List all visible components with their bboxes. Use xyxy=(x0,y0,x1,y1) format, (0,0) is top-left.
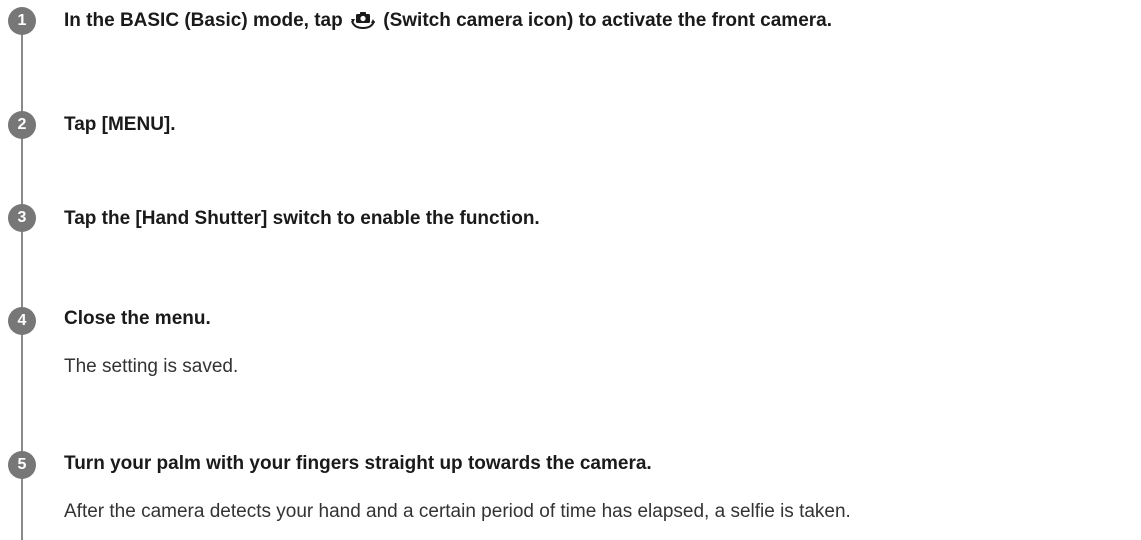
procedure-steps: 1 In the BASIC (Basic) mode, tap (Switch… xyxy=(0,0,1141,540)
step-number-badge: 5 xyxy=(8,451,36,479)
step-title: In the BASIC (Basic) mode, tap (Switch c… xyxy=(64,9,832,33)
step-title-text-before-icon: In the BASIC (Basic) mode, tap xyxy=(64,10,343,31)
step-description: After the camera detects your hand and a… xyxy=(64,501,851,522)
step-title: Close the menu. xyxy=(64,308,211,329)
step-title: Tap [MENU]. xyxy=(64,114,176,135)
step-title: Tap the [Hand Shutter] switch to enable … xyxy=(64,208,540,229)
step-title-text-after-icon: (Switch camera icon) to activate the fro… xyxy=(383,10,833,31)
step-title: Turn your palm with your fingers straigh… xyxy=(64,453,652,474)
step-number-badge: 4 xyxy=(8,307,36,335)
step-number-badge: 1 xyxy=(8,7,36,35)
step-number-badge: 3 xyxy=(8,204,36,232)
step-description: The setting is saved. xyxy=(64,356,239,377)
step-number-badge: 2 xyxy=(8,111,36,139)
switch-camera-icon xyxy=(350,12,375,30)
